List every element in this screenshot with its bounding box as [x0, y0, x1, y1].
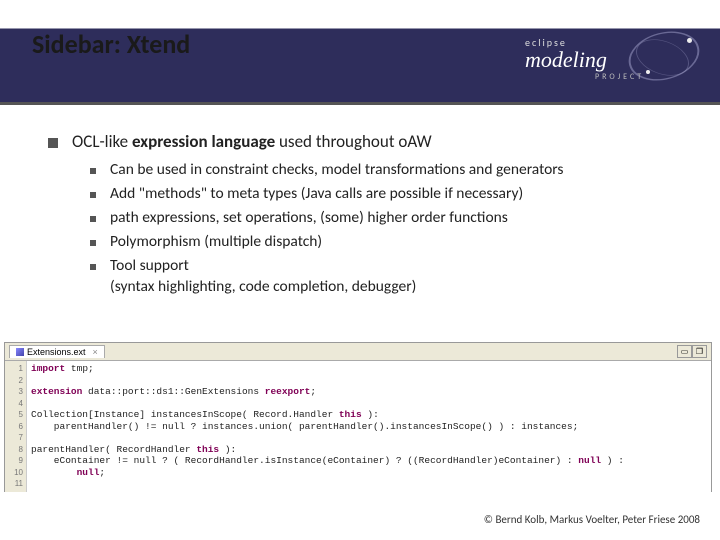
list-item: Can be used in constraint checks, model … — [90, 160, 680, 181]
bullet-icon — [90, 192, 96, 198]
main-bullet: OCL-like expression language used throug… — [48, 131, 680, 152]
code-area[interactable]: import tmp; extension data::port::ds1::G… — [27, 361, 711, 492]
bullet-icon — [90, 240, 96, 246]
close-icon[interactable]: × — [93, 347, 98, 357]
editor-tab[interactable]: Extensions.ext × — [9, 345, 105, 358]
list-item: Add "methods" to meta types (Java calls … — [90, 184, 680, 205]
editor-tab-bar: Extensions.ext × ▭ ❐ — [5, 343, 711, 361]
bullet-icon — [90, 264, 96, 270]
slide-footer: © Bernd Kolb, Markus Voelter, Peter Frie… — [484, 513, 700, 526]
slide-header: Sidebar: Xtend eclipse modeling PROJECT — [0, 0, 720, 105]
list-item: path expressions, set operations, (some)… — [90, 208, 680, 229]
list-item: Tool support (syntax highlighting, code … — [90, 256, 680, 298]
logo-sub-text: PROJECT — [595, 72, 644, 82]
slide-title: Sidebar: Xtend — [32, 28, 190, 60]
minimize-button[interactable]: ▭ — [677, 345, 692, 358]
slide-body: OCL-like expression language used throug… — [0, 105, 720, 298]
eclipse-logo: eclipse modeling PROJECT — [525, 20, 700, 90]
editor-window-controls: ▭ ❐ — [677, 345, 707, 358]
list-item: Polymorphism (multiple dispatch) — [90, 232, 680, 253]
bullet-icon — [90, 216, 96, 222]
logo-main-text: modeling — [525, 47, 607, 73]
ide-screenshot: Extensions.ext × ▭ ❐ 123 456 789 1011 im… — [4, 342, 712, 492]
maximize-button[interactable]: ❐ — [692, 345, 707, 358]
bullet-icon — [90, 168, 96, 174]
sub-bullet-list: Can be used in constraint checks, model … — [90, 160, 680, 298]
editor-body: 123 456 789 1011 import tmp; extension d… — [5, 361, 711, 492]
main-bullet-text: OCL-like expression language used throug… — [72, 131, 432, 152]
tab-label: Extensions.ext — [27, 347, 86, 357]
file-icon — [16, 348, 24, 356]
bullet-icon — [48, 138, 58, 148]
line-gutter: 123 456 789 1011 — [5, 361, 27, 492]
